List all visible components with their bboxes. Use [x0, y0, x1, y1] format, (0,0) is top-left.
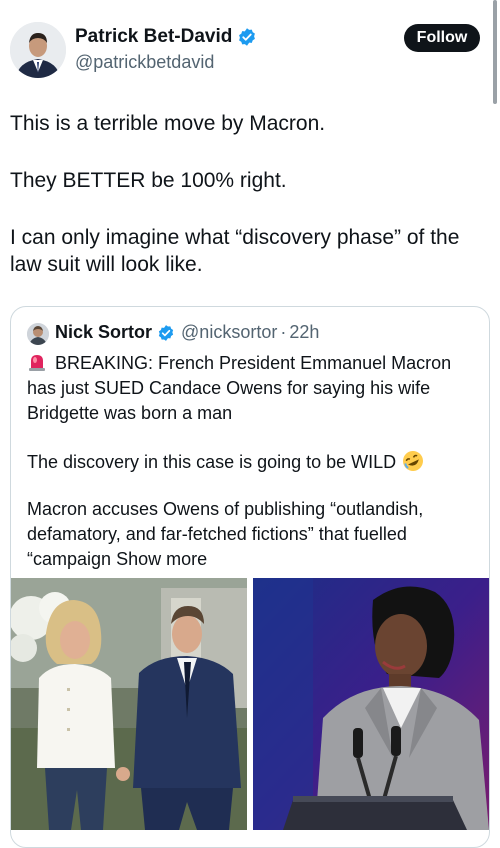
siren-emoji-icon — [29, 355, 45, 371]
tweet-text-line: I can only imagine what “discovery phase… — [10, 226, 460, 249]
quoted-text-line: has just SUED Candace Owens for saying h… — [27, 378, 431, 398]
scrollbar-thumb[interactable] — [493, 0, 497, 104]
quoted-text-line: defamatory, and far-fetched fictions” th… — [27, 524, 407, 544]
author-avatar[interactable] — [10, 22, 66, 78]
quoted-photo-podium[interactable] — [253, 578, 489, 830]
quoted-author-handle[interactable]: @nicksortor — [181, 322, 277, 343]
follow-button[interactable]: Follow — [404, 24, 480, 52]
tweet-text-line: law suit will look like. — [10, 253, 203, 276]
verified-badge-icon — [239, 28, 256, 46]
quoted-text-campaign: “campaign — [27, 549, 112, 569]
quoted-timestamp[interactable]: 22h — [289, 322, 319, 343]
tweet-text-line: They BETTER be 100% right. — [10, 169, 287, 192]
quoted-text-line: BREAKING: French President Emmanuel Macr… — [27, 352, 451, 375]
tweet-text-line: This is a terrible move by Macron. — [10, 112, 326, 135]
quoted-photo-couple[interactable] — [11, 578, 247, 830]
author-handle[interactable]: @patrickbetdavid — [75, 52, 214, 73]
quoted-text-line: “campaign Show more — [27, 548, 207, 571]
quoted-tweet-card[interactable]: Nick Sortor @nicksortor · 22h BREAKING: … — [10, 306, 490, 848]
quoted-text-line: The discovery in this case is going to b… — [27, 450, 424, 474]
quoted-author-name[interactable]: Nick Sortor — [55, 322, 152, 343]
verified-badge-icon — [158, 324, 174, 341]
author-name[interactable]: Patrick Bet-David — [75, 26, 232, 48]
quoted-text-discovery: The discovery in this case is going to b… — [27, 452, 397, 472]
rolling-laughing-emoji-icon — [403, 451, 424, 471]
quoted-text-line: Bridgette was born a man — [27, 403, 233, 423]
author-name-row: Patrick Bet-David — [75, 26, 257, 48]
separator-dot: · — [280, 322, 287, 342]
quoted-text-breaking: BREAKING: French President Emmanuel Macr… — [55, 353, 452, 373]
show-more-link[interactable]: Show more — [116, 549, 207, 569]
quoted-author-row: Nick Sortor @nicksortor · 22h — [55, 322, 319, 343]
quoted-text-line: Macron accuses Owens of publishing “outl… — [27, 499, 424, 519]
quoted-author-avatar[interactable] — [27, 323, 49, 345]
